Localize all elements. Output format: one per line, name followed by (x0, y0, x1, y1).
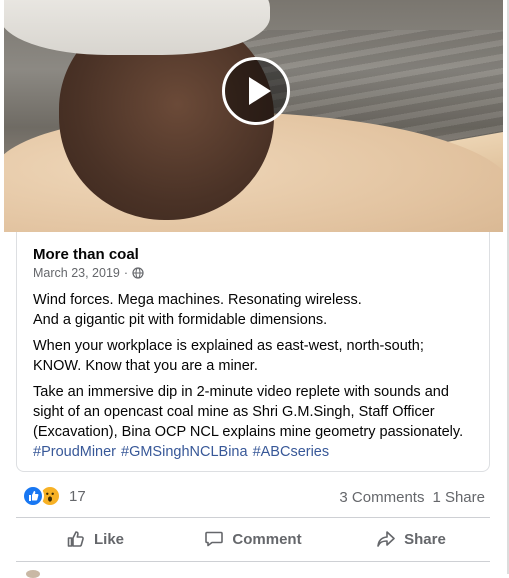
paragraph-3-line-2: sight of an opencast coal mine as Shri G… (33, 404, 435, 420)
like-reaction-icon (22, 485, 44, 507)
comment-button[interactable]: Comment (174, 518, 332, 560)
hashtag-link[interactable]: #ABCseries (253, 444, 330, 460)
hashtag-link[interactable]: #GMSinghNCLBina (121, 444, 248, 460)
play-button[interactable] (222, 57, 290, 125)
comment-icon (205, 531, 224, 547)
paragraph-1-line-1: Wind forces. Mega machines. Resonating w… (33, 292, 362, 308)
share-label: Share (404, 530, 446, 548)
post-paragraph-3: Take an immersive dip in 2-minute video … (33, 382, 463, 462)
divider (16, 561, 490, 562)
globe-icon (132, 267, 144, 279)
post-card: More than coal March 23, 2019 · Wind for… (16, 232, 490, 472)
paragraph-2-line-2: KNOW. Know that you are a miner. (33, 358, 258, 374)
reactions-summary[interactable]: 17 (22, 485, 86, 507)
post-paragraph-2: When your workplace is explained as east… (33, 336, 424, 376)
paragraph-3-line-3: (Excavation), Bina OCP NCL explains mine… (33, 424, 464, 440)
hashtags: #ProudMiner #GMSinghNCLBina #ABCseries (33, 444, 334, 460)
share-arrow-icon (377, 531, 395, 547)
play-icon (249, 77, 271, 105)
paragraph-3-line-1: Take an immersive dip in 2-minute video … (33, 384, 449, 400)
like-label: Like (93, 530, 124, 548)
meta-separator: · (123, 266, 129, 280)
post-actions-bar: Like Comment Share (16, 518, 490, 560)
comment-label: Comment (232, 530, 302, 548)
post-date[interactable]: March 23, 2019 (33, 266, 120, 280)
like-button[interactable]: Like (16, 518, 174, 560)
video-player[interactable] (4, 0, 503, 232)
next-post-avatar-peek (26, 570, 40, 578)
reaction-count[interactable]: 17 (69, 488, 86, 505)
post-paragraph-1: Wind forces. Mega machines. Resonating w… (33, 290, 362, 330)
shares-count-link[interactable]: 1 Share (432, 489, 485, 506)
thumbs-up-icon (67, 531, 84, 547)
engagement-stats: 3 Comments 1 Share (339, 489, 485, 506)
hashtag-link[interactable]: #ProudMiner (33, 444, 116, 460)
post-meta: March 23, 2019 · (33, 266, 144, 280)
paragraph-1-line-2: And a gigantic pit with formidable dimen… (33, 312, 328, 328)
paragraph-2-line-1: When your workplace is explained as east… (33, 338, 424, 354)
comments-count-link[interactable]: 3 Comments (339, 489, 424, 506)
post-title[interactable]: More than coal (33, 246, 139, 263)
share-button[interactable]: Share (332, 518, 490, 560)
